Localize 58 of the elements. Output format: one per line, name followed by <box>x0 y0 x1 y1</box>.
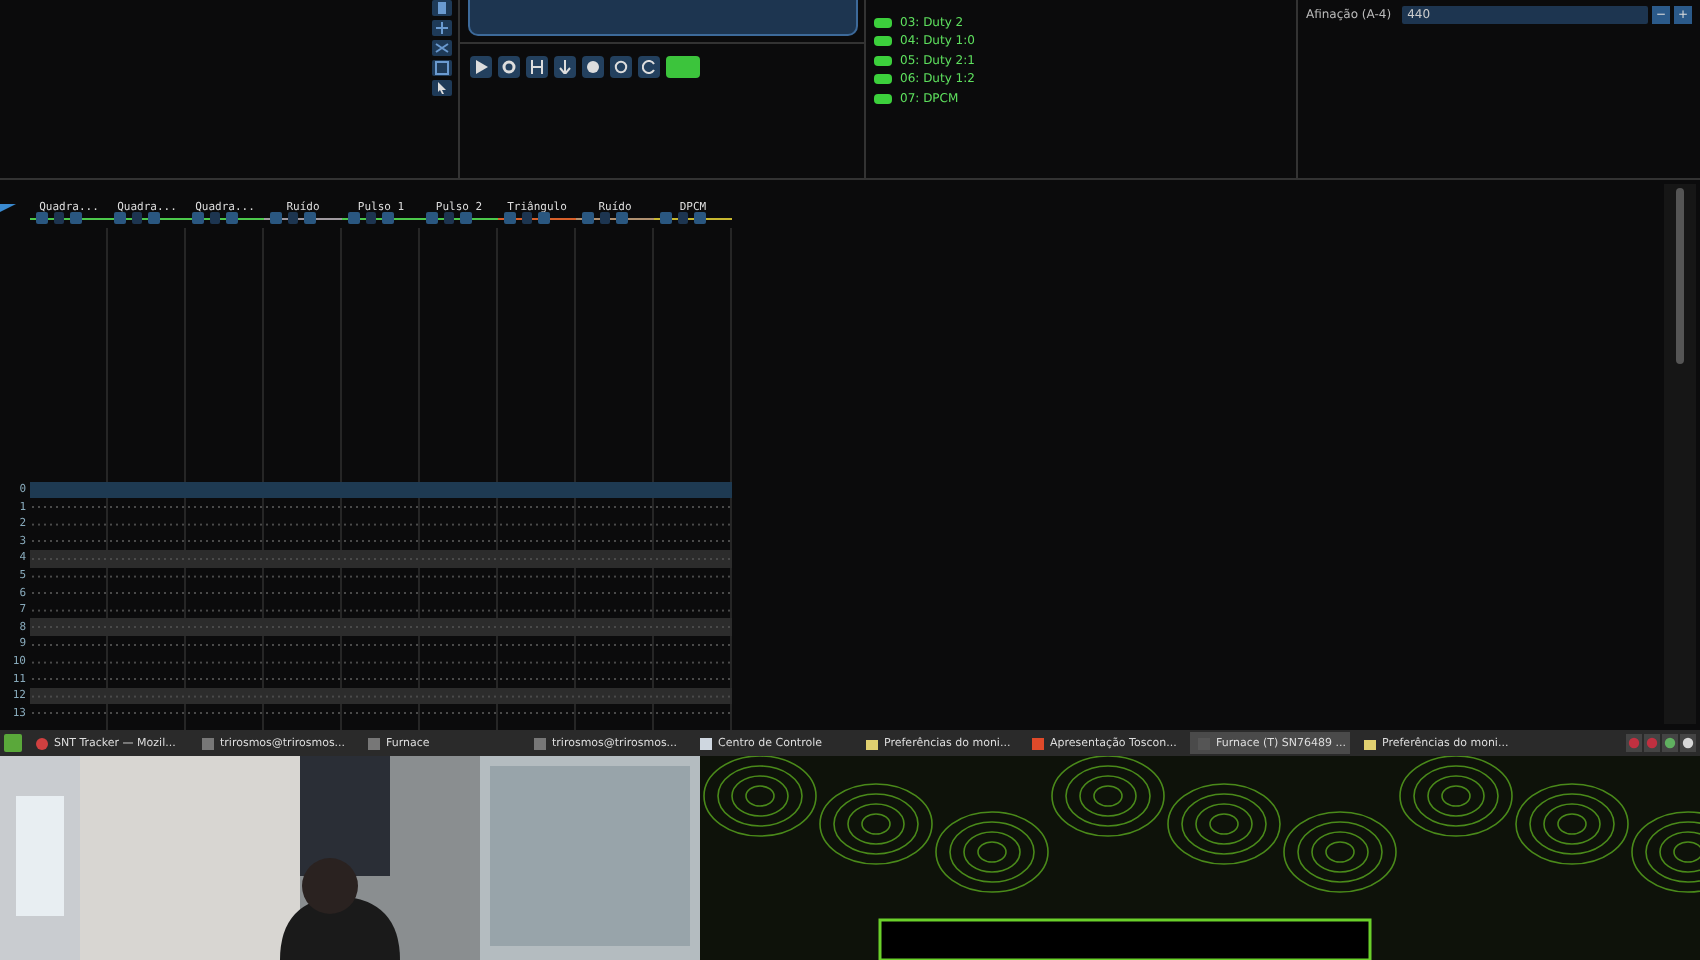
terminal-icon <box>534 737 546 749</box>
window-icon <box>700 737 712 749</box>
plus-icon[interactable] <box>432 20 452 36</box>
mute-button[interactable] <box>366 212 376 224</box>
channel-button[interactable] <box>504 212 516 224</box>
tray-status-icon[interactable] <box>1680 734 1696 752</box>
channel-button[interactable] <box>582 212 594 224</box>
mute-button[interactable] <box>444 212 454 224</box>
tray-network-icon[interactable] <box>1662 734 1678 752</box>
terminal-icon <box>202 737 214 749</box>
tray-app-icon[interactable] <box>1644 734 1660 752</box>
tray-app-icon[interactable] <box>1626 734 1642 752</box>
mute-button[interactable] <box>54 212 64 224</box>
mute-button[interactable] <box>600 212 610 224</box>
channel-button[interactable] <box>382 212 394 224</box>
mute-button[interactable] <box>288 212 298 224</box>
pattern-row[interactable] <box>30 550 732 568</box>
channel-button[interactable] <box>36 212 48 224</box>
pattern-row[interactable] <box>30 687 732 705</box>
folder-icon <box>866 737 878 749</box>
channel-button[interactable] <box>660 212 672 224</box>
channel-button[interactable] <box>192 212 204 224</box>
start-button[interactable] <box>4 734 22 752</box>
toggle-button[interactable] <box>666 56 700 78</box>
frame-icon[interactable] <box>432 60 452 76</box>
repeat-button[interactable] <box>638 56 660 78</box>
corner-icon <box>0 204 16 212</box>
loop-button[interactable] <box>610 56 632 78</box>
mute-button[interactable] <box>210 212 220 224</box>
channel-button[interactable] <box>348 212 360 224</box>
channel-button[interactable] <box>426 212 438 224</box>
arrow-down-button[interactable] <box>554 56 576 78</box>
channel-button[interactable] <box>148 212 160 224</box>
channel-button[interactable] <box>538 212 550 224</box>
terminal-icon <box>368 737 380 749</box>
record-button[interactable] <box>582 56 604 78</box>
channel-button[interactable] <box>460 212 472 224</box>
channel-button[interactable] <box>304 212 316 224</box>
channel-button[interactable] <box>226 212 238 224</box>
play-button[interactable] <box>470 56 492 78</box>
mute-button[interactable] <box>522 212 532 224</box>
channel-button[interactable] <box>70 212 82 224</box>
pattern-row[interactable] <box>30 618 732 637</box>
scrollbar[interactable] <box>1664 184 1696 724</box>
mute-button[interactable] <box>132 212 142 224</box>
folder-icon <box>1364 737 1376 749</box>
browser-icon <box>36 737 48 749</box>
channel-button[interactable] <box>114 212 126 224</box>
mute-button[interactable] <box>678 212 688 224</box>
square-icon[interactable] <box>432 0 452 16</box>
cursor-row[interactable] <box>30 481 732 499</box>
step-button[interactable] <box>526 56 548 78</box>
channel-button[interactable] <box>694 212 706 224</box>
slides-icon <box>1032 737 1044 749</box>
channel-button[interactable] <box>616 212 628 224</box>
pointer-icon[interactable] <box>432 80 452 96</box>
cross-icon[interactable] <box>432 40 452 56</box>
channel-button[interactable] <box>270 212 282 224</box>
